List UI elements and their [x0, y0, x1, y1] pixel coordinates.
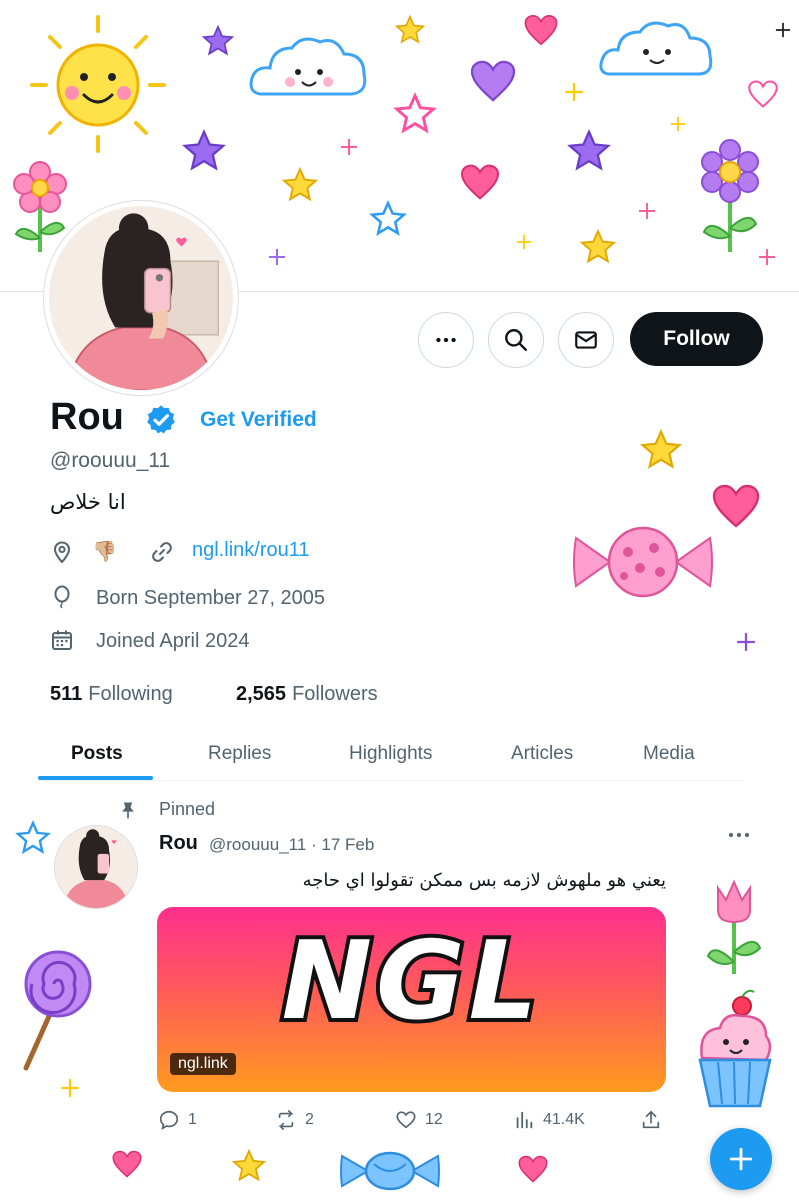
sparkle-doodle: [516, 234, 532, 250]
heart-doodle: [470, 60, 516, 102]
search-button[interactable]: [488, 312, 544, 368]
post-meta: @roouuu_11 · 17 Feb: [209, 835, 375, 854]
heart-icon: [396, 1111, 416, 1129]
star-doodle: [15, 820, 51, 854]
calendar-icon: [52, 630, 72, 650]
star-doodle: [579, 228, 617, 264]
share-icon: [642, 1110, 660, 1129]
location-icon: [53, 541, 71, 564]
envelope-icon: [575, 331, 597, 349]
sparkle-doodle: [775, 22, 791, 38]
card-logo-text: NGL: [278, 915, 542, 1048]
tab-highlights[interactable]: Highlights: [349, 743, 432, 765]
reply-count: 1: [188, 1111, 197, 1128]
reply-icon: [159, 1110, 179, 1130]
followers-label: Followers: [292, 683, 378, 705]
profile-website-link[interactable]: ngl.link/rou11: [192, 539, 309, 562]
tab-articles[interactable]: Articles: [511, 743, 573, 765]
repost-icon: [278, 1110, 294, 1130]
profile-birthdate: Born September 27, 2005: [96, 587, 326, 609]
verified-badge-icon: [147, 405, 175, 434]
tab-media[interactable]: Media: [643, 743, 695, 765]
heart-doodle: [712, 484, 760, 528]
profile-location: 👎🏼: [92, 541, 117, 563]
profile-bio: انا خلاص: [50, 490, 126, 514]
sparkle-doodle: [759, 249, 775, 265]
pin-icon: [122, 802, 134, 819]
star-doodle: [182, 128, 226, 171]
sparkle-doodle: [639, 203, 655, 219]
star-doodle: [567, 128, 611, 171]
heart-doodle: [461, 164, 499, 200]
profile-joined-date: Joined April 2024: [96, 630, 250, 652]
cloud-doodle: [249, 37, 367, 96]
search-icon: [505, 329, 527, 351]
share-button[interactable]: [640, 1107, 670, 1133]
profile-name: Rou: [50, 396, 124, 438]
star-doodle: [369, 200, 407, 236]
heart-doodle: [518, 1155, 548, 1183]
post-author-avatar[interactable]: [54, 825, 138, 909]
views-button[interactable]: 41.4K: [513, 1107, 585, 1133]
heart-doodle: [112, 1150, 142, 1178]
tab-replies[interactable]: Replies: [208, 743, 271, 765]
plus-icon: [729, 1147, 753, 1171]
post-text: يعني هو ملهوش لازمه بس ممكن تقولوا اي حا…: [302, 870, 666, 891]
candy-doodle: [573, 526, 713, 598]
cupcake-doodle: [698, 989, 772, 1108]
profile-avatar[interactable]: [43, 200, 239, 396]
followers-stat[interactable]: 2,565 Followers: [236, 683, 378, 706]
sparkle-doodle: [565, 83, 583, 101]
follow-button[interactable]: Follow: [630, 312, 763, 366]
star-doodle: [640, 428, 682, 469]
sparkle-doodle: [61, 1079, 79, 1097]
candy-doodle: [340, 1151, 440, 1191]
star-doodle: [201, 24, 235, 56]
post-more-icon[interactable]: [725, 825, 753, 845]
star-doodle: [394, 14, 426, 44]
like-count: 12: [425, 1111, 443, 1128]
following-label: Following: [88, 683, 173, 705]
pinned-label: Pinned: [159, 799, 216, 819]
link-preview-card[interactable]: NGL ngl.link: [157, 907, 666, 1092]
analytics-icon: [516, 1111, 533, 1129]
heart-doodle: [524, 14, 558, 46]
followers-count: 2,565: [236, 683, 287, 705]
sun-doodle: [30, 15, 166, 153]
tulip-doodle: [706, 879, 762, 974]
views-count: 41.4K: [543, 1111, 585, 1128]
more-options-button[interactable]: [418, 312, 474, 368]
link-icon: [152, 542, 172, 562]
ellipsis-icon: [436, 337, 456, 343]
star-doodle: [393, 92, 437, 134]
profile-handle: @roouuu_11: [50, 449, 171, 472]
compose-post-button[interactable]: [710, 1128, 772, 1190]
get-verified-link[interactable]: Get Verified: [200, 408, 317, 432]
following-count: 511: [50, 683, 83, 705]
like-button[interactable]: 12: [395, 1107, 443, 1133]
tab-posts[interactable]: Posts: [71, 743, 123, 765]
following-stat[interactable]: 511 Following: [50, 683, 173, 706]
sparkle-doodle: [737, 633, 755, 651]
repost-button[interactable]: 2: [275, 1107, 314, 1133]
sparkle-doodle: [670, 116, 686, 132]
tabs-divider: [38, 780, 744, 781]
star-doodle: [231, 1148, 267, 1182]
birthday-balloon-icon: [54, 585, 70, 609]
card-domain-label: ngl.link: [170, 1053, 236, 1075]
sparkle-doodle: [341, 139, 357, 155]
message-button[interactable]: [558, 312, 614, 368]
cloud-doodle: [599, 21, 713, 76]
post-author-name[interactable]: Rou: [159, 832, 198, 855]
repost-count: 2: [305, 1111, 314, 1128]
reply-button[interactable]: 1: [158, 1107, 197, 1133]
flower-doodle: [701, 139, 759, 252]
lollipop-doodle: [23, 950, 92, 1071]
star-doodle: [281, 166, 319, 202]
sparkle-doodle: [269, 249, 285, 265]
heart-doodle: [748, 80, 778, 108]
